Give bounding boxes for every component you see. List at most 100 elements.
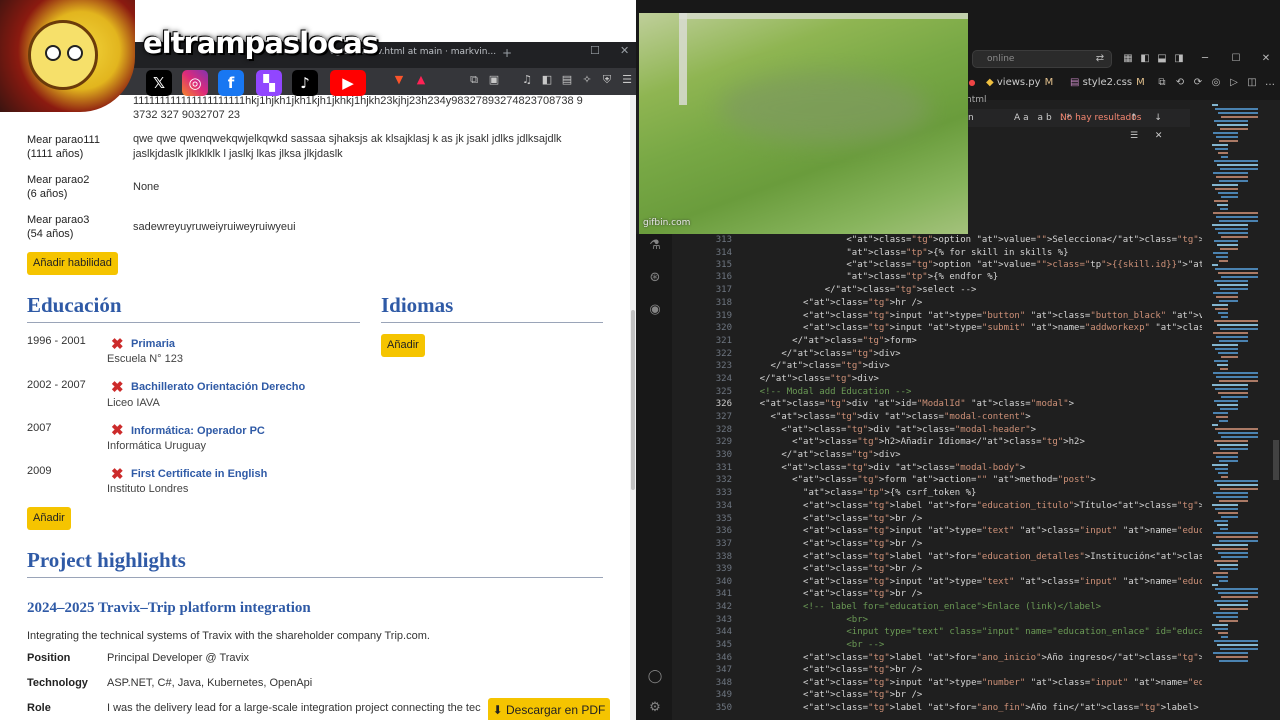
minimap-line <box>1214 640 1258 642</box>
menu-icon[interactable]: ☰ <box>620 73 634 87</box>
minimap-line <box>1213 452 1238 454</box>
skill-desc-line: 111111111111111111111hkj1hjkh1jkh1kjh1jk… <box>133 95 583 107</box>
close-window-button[interactable]: ✕ <box>620 44 629 57</box>
project-label: Role <box>27 702 51 714</box>
education-heading: Educación <box>27 293 122 317</box>
add-skill-button[interactable]: Añadir habilidad <box>27 252 118 275</box>
add-education-button[interactable]: Añadir <box>27 507 71 530</box>
docker-icon[interactable]: ◉ <box>647 302 663 318</box>
line-number: 350 <box>715 703 732 713</box>
minimap-line <box>1220 568 1238 570</box>
code-line: <"at">class="tg">hr /> <box>738 298 923 308</box>
more-actions-icon[interactable]: … <box>1264 77 1276 89</box>
goal-post <box>679 13 687 105</box>
new-tab-button[interactable]: + <box>502 46 512 60</box>
add-language-button[interactable]: Añadir <box>381 334 425 357</box>
skill-name: Mear parao2 <box>27 174 90 186</box>
page-scrollbar-thumb[interactable] <box>631 310 635 490</box>
toggle-aux-icon[interactable]: ◨ <box>1173 53 1185 65</box>
skill-years: (1111 años) <box>27 148 84 160</box>
youtube-icon: ▶ <box>330 70 366 96</box>
education-years: 2009 <box>27 465 52 477</box>
sidebar-icon[interactable]: ◧ <box>540 73 554 87</box>
find-input[interactable]: n <box>968 109 974 127</box>
open-changes-icon[interactable]: ◎ <box>1210 77 1222 89</box>
project-value: Principal Developer @ Travix <box>107 652 249 664</box>
layout-icon[interactable]: ▦ <box>1122 53 1134 65</box>
delete-icon[interactable]: ✖ <box>111 423 124 438</box>
line-number: 316 <box>715 272 732 282</box>
brave-rewards-icon[interactable]: ▲ <box>414 73 428 87</box>
delete-icon[interactable]: ✖ <box>111 467 124 482</box>
download-pdf-button[interactable]: ⬇ Descargar en PDF <box>488 698 610 720</box>
minimap-line <box>1216 416 1228 418</box>
extensions-icon[interactable]: ⧉ <box>467 73 481 87</box>
code-line: "at">class="tp">{% for skill in skills %… <box>846 248 1069 258</box>
minimap-line <box>1218 312 1228 314</box>
code-line: <"at">class="tg">form "at">action="" "at… <box>738 475 1096 485</box>
minimap-line <box>1219 140 1238 142</box>
minimap-line <box>1219 660 1248 662</box>
tab-style2-css[interactable]: ▤ style2.css M <box>1070 72 1145 94</box>
minimap-line <box>1213 532 1258 534</box>
video-motion-blur <box>719 73 929 143</box>
skill-years: (54 años) <box>27 228 74 240</box>
logo-eye-icon <box>67 45 83 61</box>
code-line: </"at">class="tg">div> <box>738 450 901 460</box>
cv-page: 111111111111111111111hkj1hjkh1jkh1kjh1jk… <box>0 95 630 720</box>
code-line: <"at">class="tg">br /> <box>738 690 923 700</box>
find-controls[interactable]: ↑ ↓ ☰ ✕ <box>1130 109 1190 145</box>
music-icon[interactable]: ♫ <box>520 73 534 87</box>
minimap-line <box>1217 484 1258 486</box>
minimize-button[interactable]: ☐ <box>590 44 600 57</box>
copilot-icon[interactable]: ⇄ <box>1094 53 1106 65</box>
toggle-panel-icon[interactable]: ⬓ <box>1156 53 1168 65</box>
minimap-line <box>1215 188 1238 190</box>
code-line: </"at">class="tg">form> <box>738 336 917 346</box>
code-line: <"at">class="tg">input "at">type="button… <box>738 311 1202 321</box>
settings-gear-icon[interactable]: ⚙ <box>647 700 663 716</box>
testing-icon[interactable]: ⚗ <box>647 238 663 254</box>
leo-icon[interactable]: ✧ <box>580 73 594 87</box>
x-icon: 𝕏 <box>146 70 172 96</box>
history-back-icon[interactable]: ⟲ <box>1174 77 1186 89</box>
history-forward-icon[interactable]: ⟳ <box>1192 77 1204 89</box>
minimap-line <box>1217 404 1238 406</box>
compare-icon[interactable]: ⧉ <box>1156 77 1168 89</box>
code-line: "at">class="tp">{% csrf_token %} <box>803 488 977 498</box>
code-line: <"at">class="tg">label "at">for="ano_fin… <box>738 703 1199 713</box>
line-number: 334 <box>715 501 732 511</box>
minimap-line <box>1214 600 1248 602</box>
close-icon[interactable]: ✕ <box>1260 53 1272 65</box>
remote-explorer-icon[interactable]: ⊛ <box>647 270 663 286</box>
toggle-sidebar-icon[interactable]: ◧ <box>1139 53 1151 65</box>
line-number: 331 <box>715 463 732 473</box>
screenshot-icon[interactable]: ▣ <box>487 73 501 87</box>
run-icon[interactable]: ▷ <box>1228 77 1240 89</box>
delete-icon[interactable]: ✖ <box>111 380 124 395</box>
project-description: Integrating the technical systems of Tra… <box>27 630 430 642</box>
minimap-line <box>1214 120 1248 122</box>
minimap-line <box>1221 276 1258 278</box>
vpn-icon[interactable]: ⛨ <box>600 73 614 87</box>
split-editor-icon[interactable]: ◫ <box>1246 77 1258 89</box>
code-line: "at">class="tp">{% endfor %} <box>846 272 999 282</box>
tab-views-py[interactable]: ◆ views.py M <box>986 72 1053 94</box>
minimize-icon[interactable]: ─ <box>1199 53 1211 65</box>
delete-icon[interactable]: ✖ <box>111 337 124 352</box>
editor-scrollbar-thumb[interactable] <box>1273 440 1279 480</box>
code-line: <"at">class="tg">label "at">for="educati… <box>738 552 1202 562</box>
command-center[interactable]: online <box>972 50 1112 68</box>
account-icon[interactable]: ◯ <box>647 669 663 685</box>
maximize-icon[interactable]: ☐ <box>1230 53 1242 65</box>
screen: og/static/cv.html at main · markvin... +… <box>0 0 1280 720</box>
code-line: <!-- label for="education_enlace">Enlace… <box>738 602 1102 612</box>
brave-shield-icon[interactable]: ▼ <box>392 73 406 87</box>
editor-scrollbar[interactable] <box>1272 100 1280 720</box>
minimap-line <box>1219 420 1228 422</box>
code-line: <input type="text" class="input" name="e… <box>738 627 1202 637</box>
minimap[interactable] <box>1210 100 1272 720</box>
minimap-line <box>1212 464 1228 466</box>
wallet-icon[interactable]: ▤ <box>560 73 574 87</box>
breadcrumb[interactable]: html <box>966 95 987 105</box>
